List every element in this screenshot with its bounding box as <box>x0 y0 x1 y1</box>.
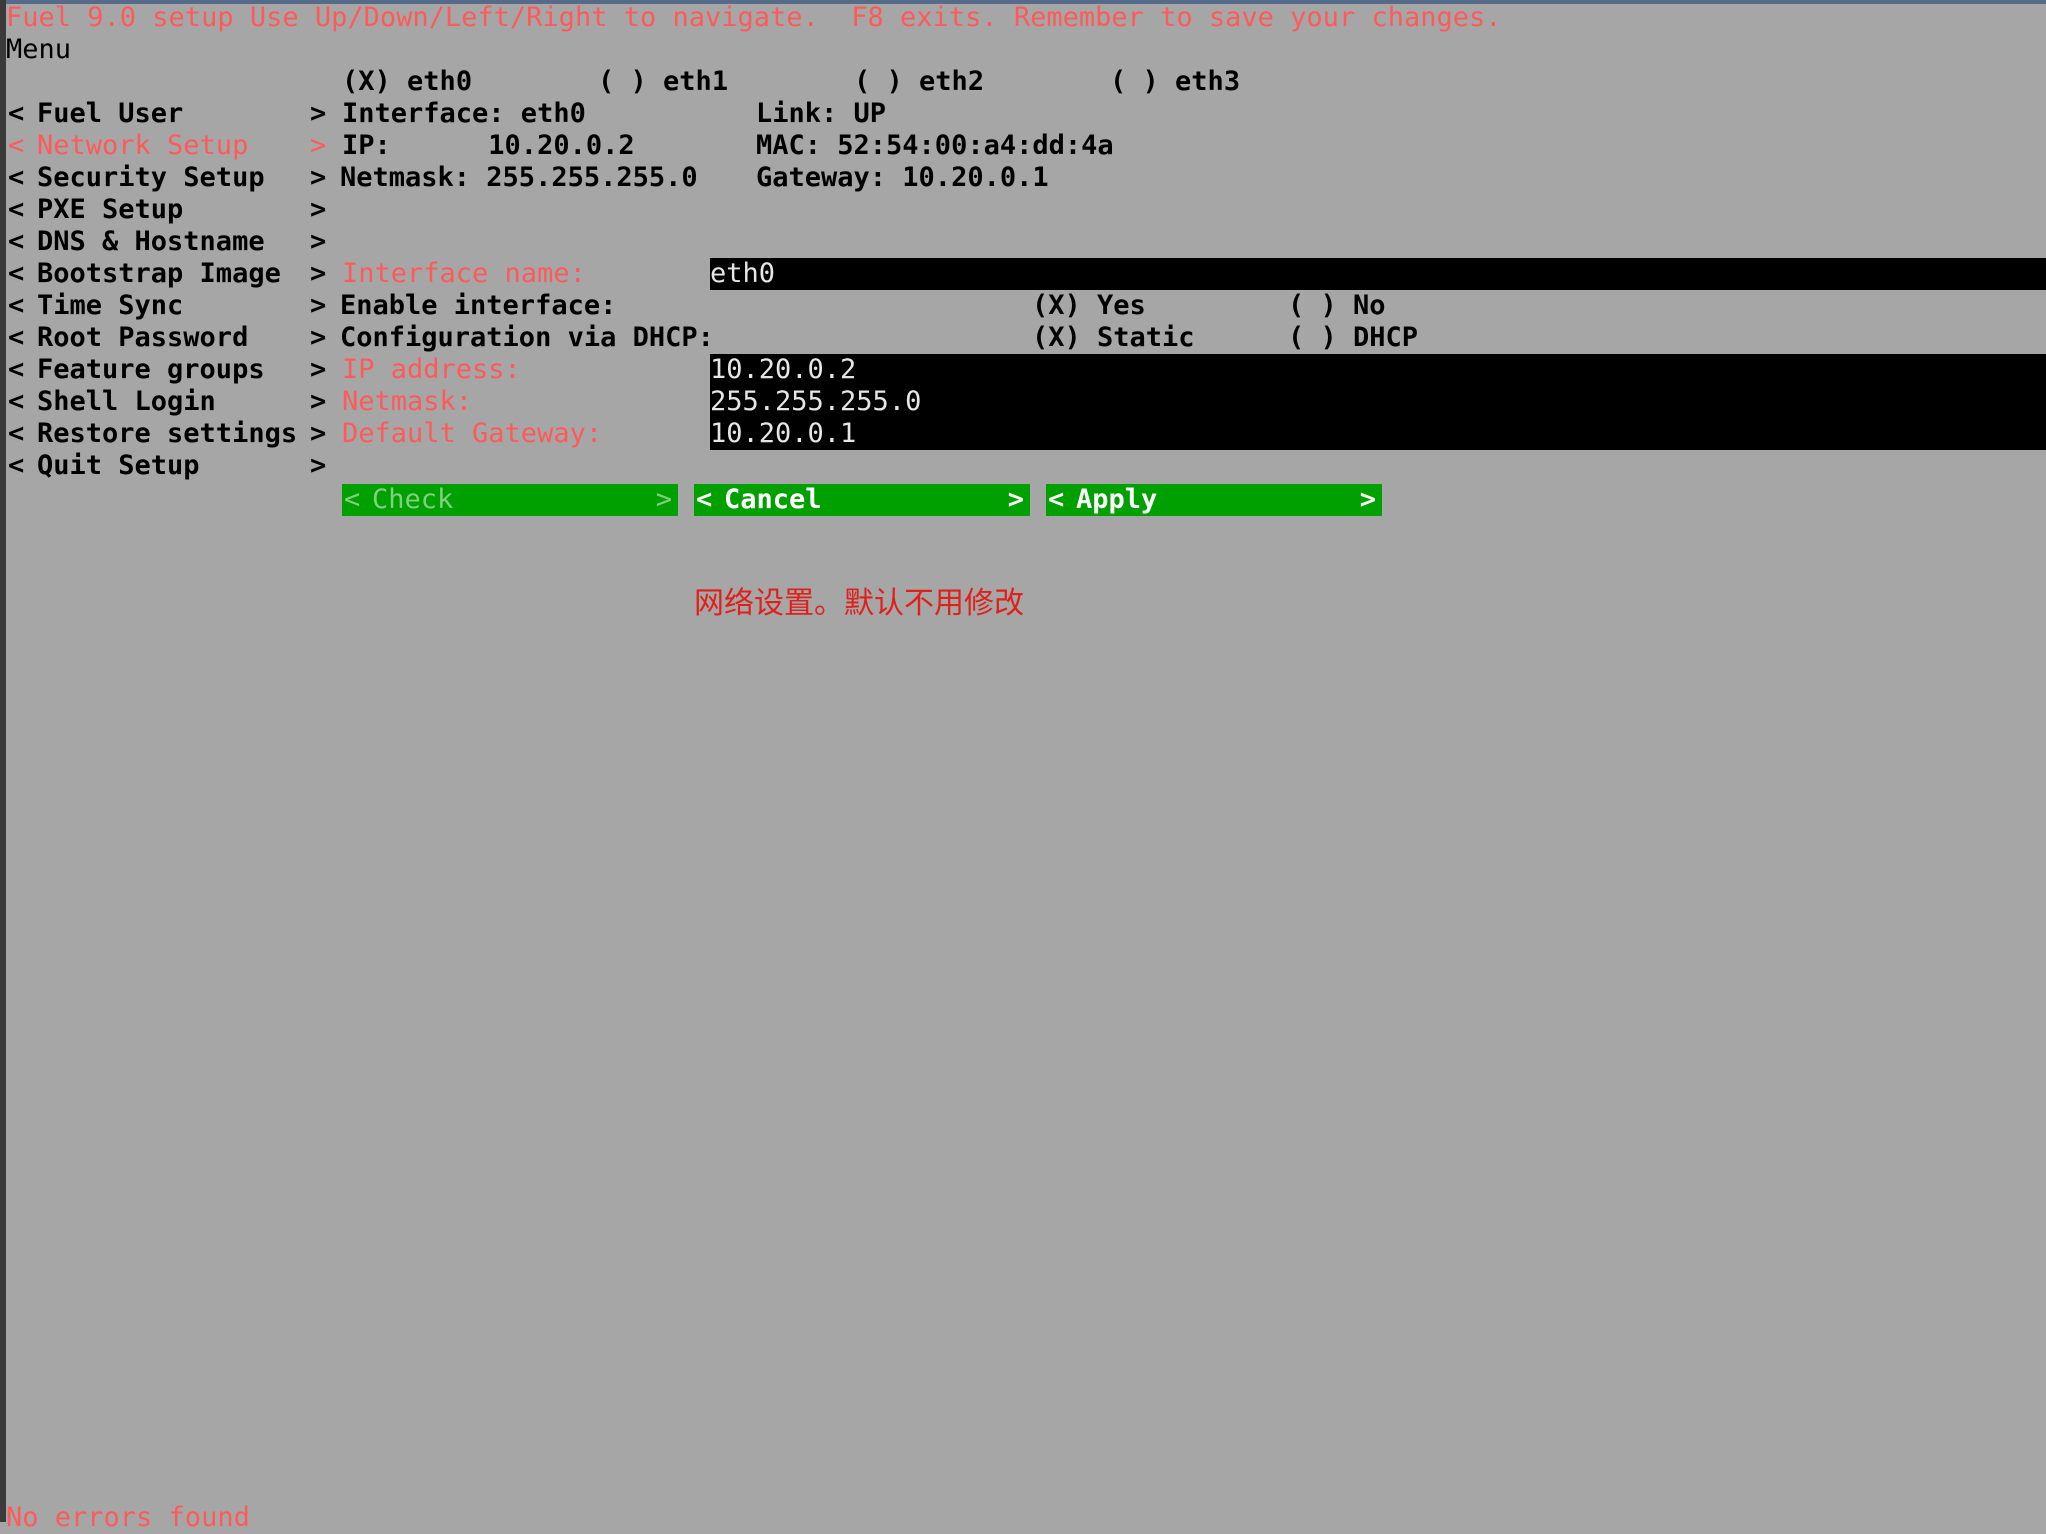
interface-name-label: Interface name: <box>342 258 586 289</box>
header-instructions: Fuel 9.0 setup Use Up/Down/Left/Right to… <box>6 2 1502 33</box>
ip-address-label: IP address: <box>342 354 521 385</box>
menu-item-fuel-user[interactable]: < Fuel User > <box>8 98 328 130</box>
enable-yes-radio[interactable]: (X) Yes <box>1032 290 1146 322</box>
menu-item-root-password[interactable]: < Root Password > <box>8 322 328 354</box>
menu-item-dns-hostname[interactable]: < DNS & Hostname > <box>8 226 328 258</box>
dhcp-radio[interactable]: ( ) DHCP <box>1288 322 1418 354</box>
menu-title: Menu <box>6 34 72 65</box>
menu-item-time-sync[interactable]: < Time Sync > <box>8 290 328 322</box>
default-gateway-label: Default Gateway: <box>342 418 603 449</box>
status-line: No errors found <box>6 1502 250 1533</box>
info-gateway: Gateway: 10.20.0.1 <box>756 162 1049 193</box>
menu-item-security-setup[interactable]: < Security Setup > <box>8 162 328 194</box>
interface-option-eth2[interactable]: ( ) eth2 <box>854 66 984 98</box>
interface-option-eth3[interactable]: ( ) eth3 <box>1110 66 1240 98</box>
netmask-label: Netmask: <box>342 386 473 417</box>
netmask-field[interactable]: 255.255.255.0 <box>710 386 2046 418</box>
menu-item-network-setup[interactable]: < Network Setup > <box>8 130 328 162</box>
annotation-note: 网络设置。默认不用修改 <box>694 586 1024 621</box>
cancel-button[interactable]: < Cancel > <box>694 484 1030 516</box>
info-mac: MAC: 52:54:00:a4:dd:4a <box>756 130 1114 161</box>
menu-item-restore-settings[interactable]: < Restore settings > <box>8 418 328 450</box>
interface-option-eth1[interactable]: ( ) eth1 <box>598 66 728 98</box>
menu-item-shell-login[interactable]: < Shell Login > <box>8 386 328 418</box>
dhcp-config-label: Configuration via DHCP: <box>340 322 714 353</box>
interface-name-field[interactable]: eth0 <box>710 258 2046 290</box>
info-interface: Interface: eth0 <box>342 98 586 129</box>
menu-item-pxe-setup[interactable]: < PXE Setup > <box>8 194 328 226</box>
window-left-border <box>0 0 6 1522</box>
menu-item-quit-setup[interactable]: < Quit Setup > <box>8 450 328 482</box>
ip-address-field[interactable]: 10.20.0.2 <box>710 354 2046 386</box>
apply-button[interactable]: < Apply > <box>1046 484 1382 516</box>
static-radio[interactable]: (X) Static <box>1032 322 1195 354</box>
check-button[interactable]: < Check > <box>342 484 678 516</box>
menu-item-bootstrap-image[interactable]: < Bootstrap Image > <box>8 258 328 290</box>
default-gateway-field[interactable]: 10.20.0.1 <box>710 418 2046 450</box>
menu-item-feature-groups[interactable]: < Feature groups > <box>8 354 328 386</box>
info-link: Link: UP <box>756 98 887 129</box>
info-netmask: Netmask: 255.255.255.0 <box>340 162 698 193</box>
enable-no-radio[interactable]: ( ) No <box>1288 290 1386 322</box>
interface-option-eth0[interactable]: (X) eth0 <box>342 66 472 98</box>
enable-interface-label: Enable interface: <box>340 290 617 321</box>
info-ip: IP: 10.20.0.2 <box>342 130 635 161</box>
